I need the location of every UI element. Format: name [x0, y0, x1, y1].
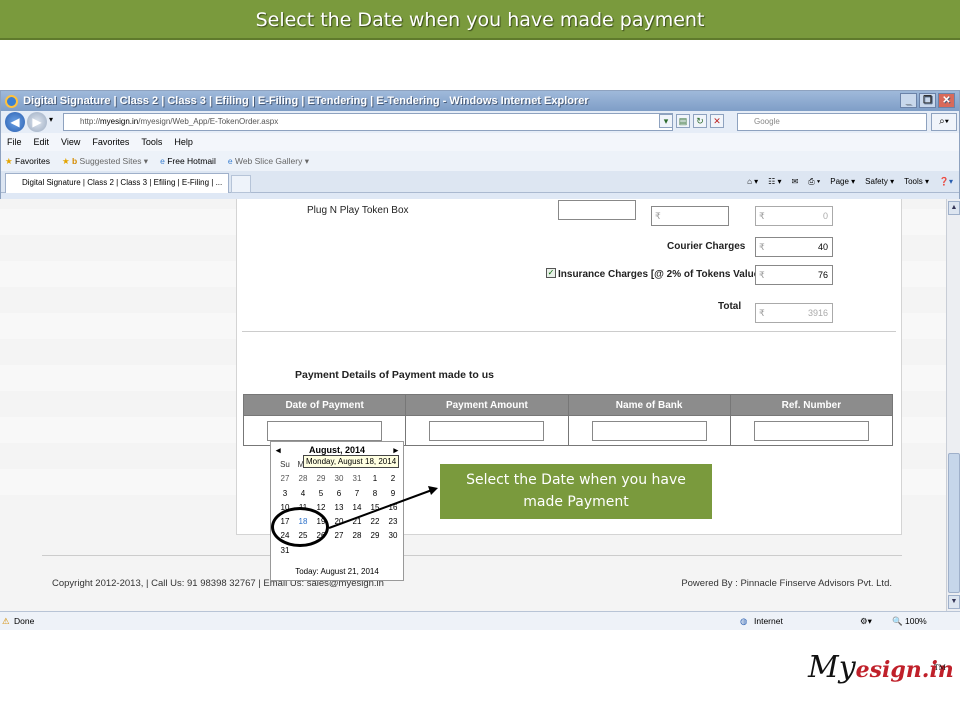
- arrow-head: [428, 486, 438, 495]
- callout-arrow: [328, 486, 438, 529]
- instruction-callout: Select the Date when you have made Payme…: [440, 464, 712, 519]
- arrow-line: [328, 489, 433, 529]
- callout-line-2: made Payment: [523, 494, 629, 510]
- callout-line-1: Select the Date when you have: [466, 472, 686, 488]
